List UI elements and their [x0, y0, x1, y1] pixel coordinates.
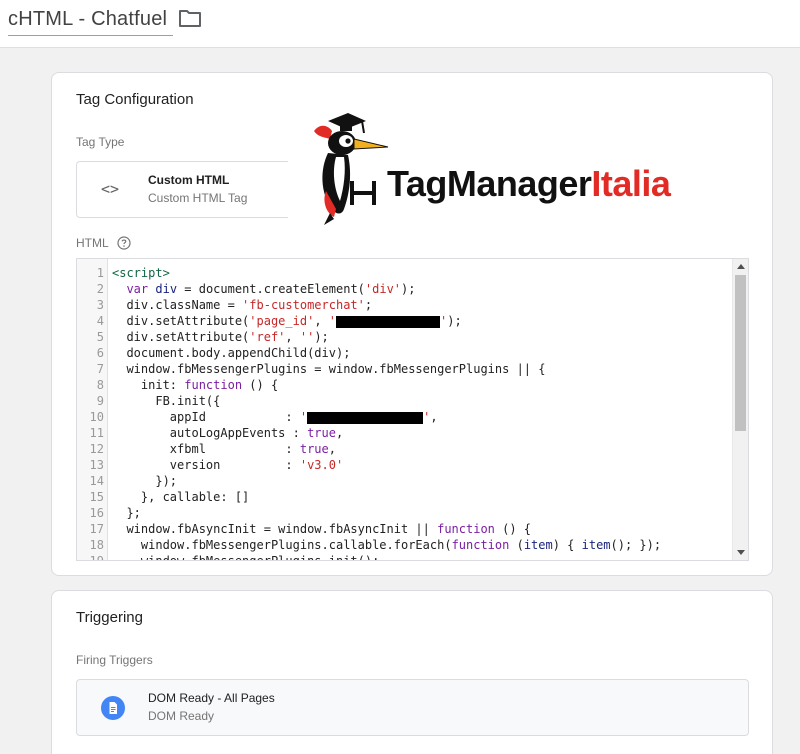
- line-number: 4: [96, 314, 104, 328]
- trigger-name: DOM Ready - All Pages: [148, 691, 275, 705]
- code-line: 13 version : 'v3.0': [77, 457, 732, 473]
- firing-triggers-label: Firing Triggers: [76, 653, 153, 667]
- tag-type-label: Tag Type: [76, 135, 125, 149]
- line-number: 13: [89, 458, 104, 472]
- scroll-down-arrow-icon[interactable]: [737, 550, 745, 555]
- triggering-title: Triggering: [76, 609, 143, 626]
- woodpecker-mascot-icon: [314, 113, 389, 225]
- line-number: 3: [96, 298, 104, 312]
- editor-scrollbar[interactable]: [732, 259, 748, 560]
- tag-name[interactable]: cHTML - Chatfuel: [8, 8, 167, 31]
- code-line: 15 }, callable: []: [77, 489, 732, 505]
- code-line: 16 };: [77, 505, 732, 521]
- line-number: 16: [89, 506, 104, 520]
- line-number: 10: [89, 410, 104, 424]
- line-number: 15: [89, 490, 104, 504]
- code-line: 12 xfbml : true,: [77, 441, 732, 457]
- logo-text-part1: TagManager: [387, 163, 592, 204]
- line-number: 1: [96, 266, 104, 280]
- triggering-card[interactable]: Triggering Firing Triggers DOM Ready - A…: [51, 590, 773, 754]
- html-label: HTML: [76, 236, 109, 250]
- line-number: 17: [89, 522, 104, 536]
- line-number: 11: [89, 426, 104, 440]
- scroll-up-arrow-icon[interactable]: [737, 264, 745, 269]
- code-line: 7 window.fbMessengerPlugins = window.fbM…: [77, 361, 732, 377]
- code-line: 14 });: [77, 473, 732, 489]
- code-line: 4 div.setAttribute('page_id', ' ');: [77, 313, 732, 329]
- document-trigger-icon: [101, 696, 125, 720]
- code-line: 2 var div = document.createElement('div'…: [77, 281, 732, 297]
- line-number: 14: [89, 474, 104, 488]
- code-lines[interactable]: 1 <script> 2 var div = document.createEle…: [77, 265, 732, 561]
- tag-type-selector[interactable]: <> Custom HTML Custom HTML Tag: [76, 161, 288, 218]
- folder-icon[interactable]: [178, 8, 202, 28]
- line-number: 5: [96, 330, 104, 344]
- code-line: 10 appId : ' ',: [77, 409, 732, 425]
- trigger-dom-ready-all-pages[interactable]: DOM Ready - All Pages DOM Ready: [76, 679, 749, 736]
- tag-configuration-title: Tag Configuration: [76, 91, 194, 108]
- redacted-value: [336, 315, 440, 328]
- html-code-editor[interactable]: 1 <script> 2 var div = document.createEle…: [76, 258, 749, 561]
- code-line: 9 FB.init({: [77, 393, 732, 409]
- code-line: 1 <script>: [77, 265, 732, 281]
- logo-wordmark: TagManagerItalia: [387, 163, 671, 205]
- code-line: 11 autoLogAppEvents : true,: [77, 425, 732, 441]
- line-number: 2: [96, 282, 104, 296]
- code-line: 6 document.body.appendChild(div);: [77, 345, 732, 361]
- help-icon[interactable]: [117, 236, 131, 250]
- line-number: 12: [89, 442, 104, 456]
- line-number: 6: [96, 346, 104, 360]
- code-line: 17 window.fbAsyncInit = window.fbAsyncIn…: [77, 521, 732, 537]
- code-line: 18 window.fbMessengerPlugins.callable.fo…: [77, 537, 732, 553]
- tag-configuration-card[interactable]: Tag Configuration Tag Type <> Custom HTM…: [51, 72, 773, 576]
- code-line: 3 div.className = 'fb-customerchat';: [77, 297, 732, 313]
- line-number: 9: [96, 394, 104, 408]
- code-line: 8 init: function () {: [77, 377, 732, 393]
- line-number: 7: [96, 362, 104, 376]
- trigger-type: DOM Ready: [148, 709, 215, 723]
- tag-name-field[interactable]: cHTML - Chatfuel: [8, 4, 174, 36]
- tagmanageritalia-logo: TagManagerItalia: [306, 109, 718, 229]
- line-number: 19: [89, 554, 104, 561]
- line-number: 8: [96, 378, 104, 392]
- logo-text-part2: Italia: [591, 163, 671, 204]
- code-icon: <>: [101, 180, 120, 198]
- tag-type-description: Custom HTML Tag: [148, 191, 248, 205]
- code-line: 19 window.fbMessengerPlugins.init();: [77, 553, 732, 561]
- tag-type-name: Custom HTML: [148, 173, 230, 187]
- html-label-row: HTML: [76, 236, 131, 250]
- redacted-value: [307, 411, 424, 424]
- line-number: 18: [89, 538, 104, 552]
- code-line: 5 div.setAttribute('ref', '');: [77, 329, 732, 345]
- top-bar: cHTML - Chatfuel: [0, 0, 800, 48]
- scrollbar-thumb[interactable]: [735, 275, 746, 431]
